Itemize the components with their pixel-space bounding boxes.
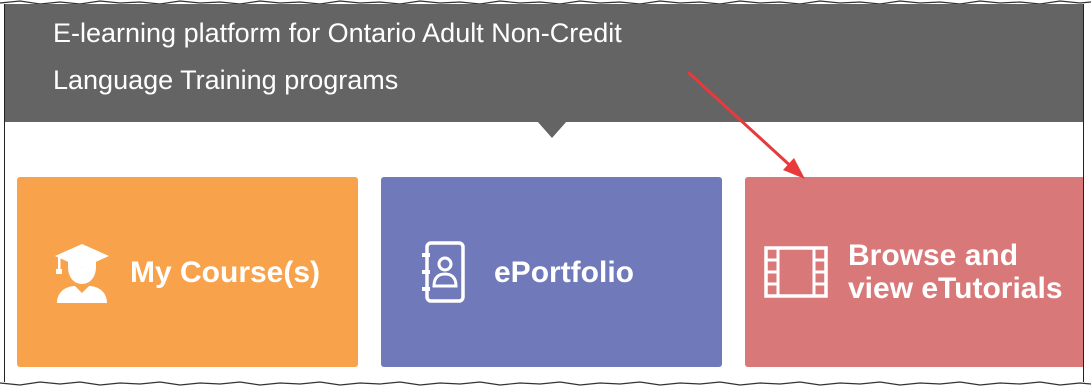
film-strip-icon [764,246,828,298]
banner-pointer [537,121,567,138]
graduate-icon [51,241,113,303]
contact-book-icon [421,241,467,303]
tile-my-courses[interactable]: My Course(s) [17,177,358,367]
tile-my-courses-label: My Course(s) [130,255,321,289]
platform-description-line-2: Language Training programs [53,65,399,95]
tile-browse-etutorials-label: Browse and view eTutorials [848,239,1063,305]
platform-description-line-1: E-learning platform for Ontario Adult No… [53,18,622,48]
screenshot-frame: E-learning platform for Ontario Adult No… [4,4,1084,382]
tile-eportfolio[interactable]: ePortfolio [381,177,722,367]
header-banner: E-learning platform for Ontario Adult No… [5,4,1083,122]
platform-description: E-learning platform for Ontario Adult No… [53,10,813,104]
torn-edge-bottom [0,381,1091,386]
tile-eportfolio-label: ePortfolio [494,255,634,289]
tile-browse-etutorials[interactable]: Browse and view eTutorials [745,177,1083,367]
